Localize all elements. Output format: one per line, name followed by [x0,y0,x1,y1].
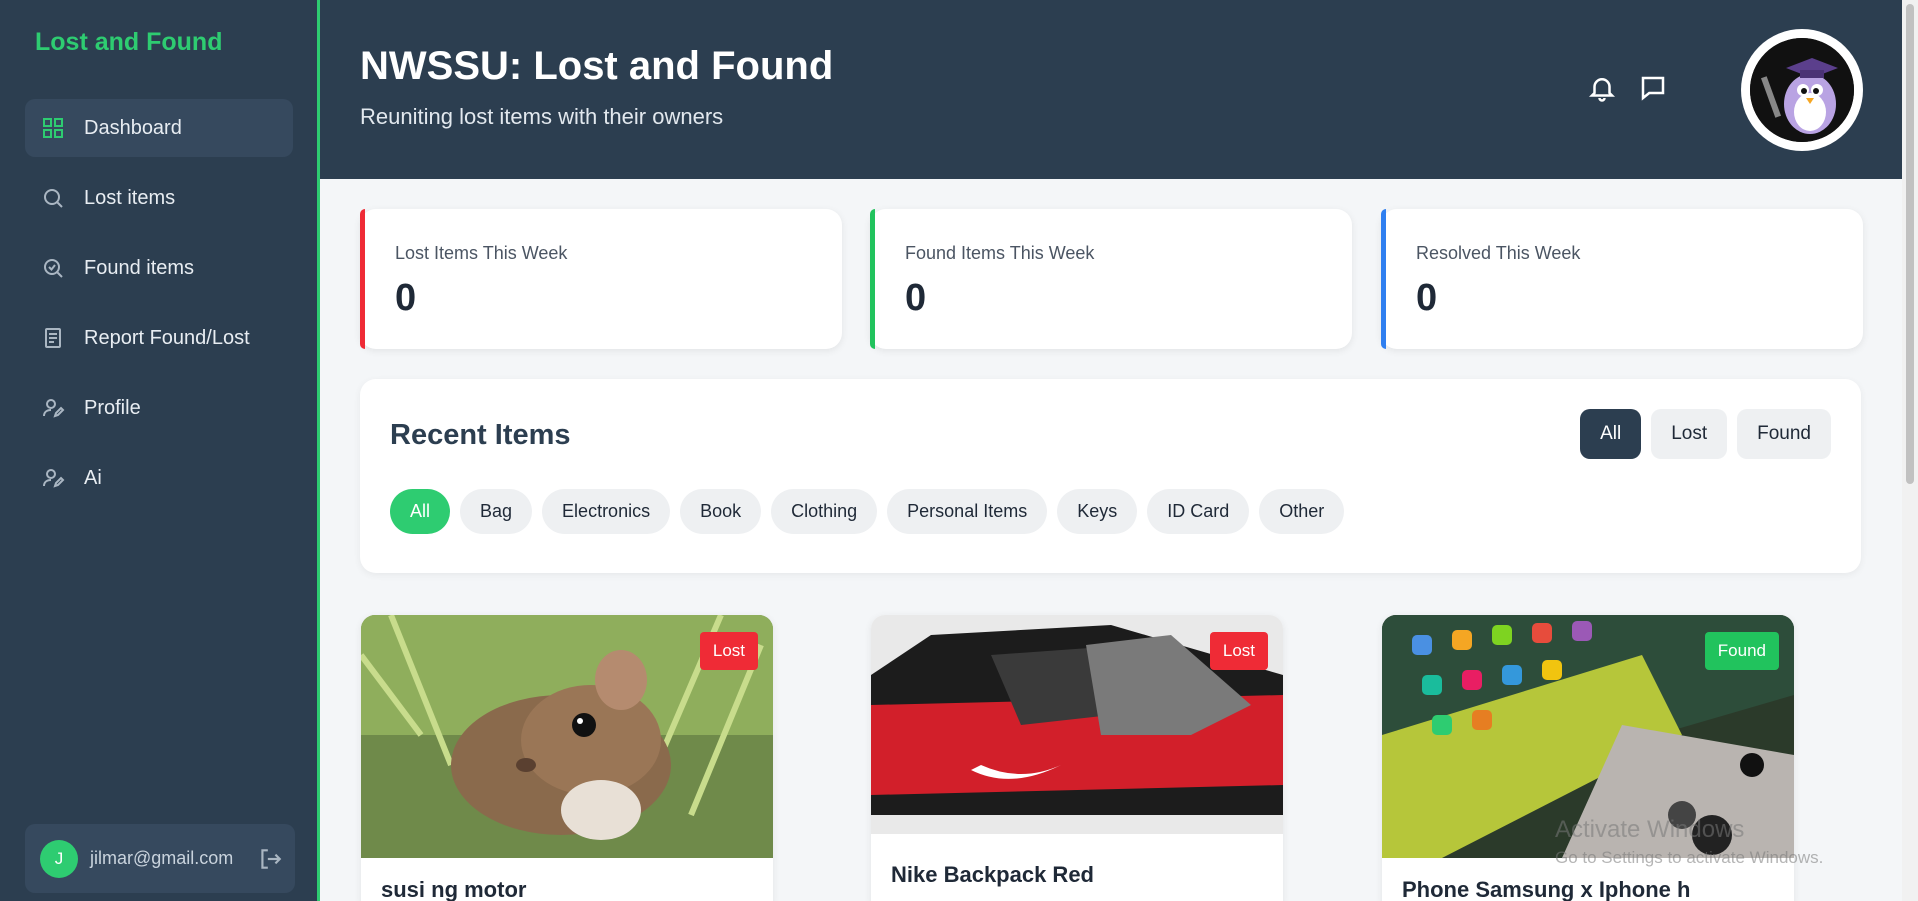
user-edit-icon [41,396,65,420]
tab-lost[interactable]: Lost [1651,409,1728,459]
tab-found[interactable]: Found [1737,409,1831,459]
sidebar: Lost and Found Dashboard Lost items Foun… [0,0,320,901]
category-personal-items[interactable]: Personal Items [887,489,1048,534]
sidebar-item-label: Found items [84,256,195,279]
status-badge: Found [1704,632,1779,670]
scrollbar-thumb[interactable] [1906,4,1914,484]
sidebar-item-ai[interactable]: Ai [25,449,293,507]
stat-value: 0 [905,277,927,319]
recent-items-panel: Recent Items All Lost Found All Bag Elec… [360,379,1861,573]
tab-all[interactable]: All [1580,409,1642,459]
item-name: Nike Backpack Red [891,862,1094,887]
status-badge: Lost [1209,632,1268,670]
penguin-avatar-image [1750,38,1854,142]
stat-card-resolved: Resolved This Week 0 [1381,209,1863,349]
sidebar-item-label: Report Found/Lost [84,326,250,349]
page-header: NWSSU: Lost and Found Reuniting lost ite… [320,0,1902,179]
category-all[interactable]: All [390,489,451,534]
sidebar-item-label: Dashboard [84,116,182,139]
user-panel: J jilmar@gmail.com [25,824,295,893]
sidebar-item-lost-items[interactable]: Lost items [25,169,293,227]
windows-activation-watermark: Activate Windows Go to Settings to activ… [1555,816,1823,868]
stat-accent-bar [1381,209,1386,349]
item-name: susi ng motor [381,877,527,901]
grid-icon [41,116,65,140]
document-icon [41,326,65,350]
category-keys[interactable]: Keys [1057,489,1138,534]
brand-logo-text[interactable]: Lost and Found [35,28,222,57]
sidebar-item-label: Lost items [84,186,176,209]
category-clothing[interactable]: Clothing [771,489,878,534]
search-check-icon [41,256,65,280]
category-id-card[interactable]: ID Card [1147,489,1250,534]
stat-card-found: Found Items This Week 0 [870,209,1352,349]
category-bag[interactable]: Bag [460,489,533,534]
item-card[interactable]: Lost Nike Backpack Red [871,615,1283,901]
search-icon [41,186,65,210]
sidebar-item-report[interactable]: Report Found/Lost [25,309,293,367]
stat-accent-bar [360,209,365,349]
watermark-title: Activate Windows [1555,816,1745,843]
item-card[interactable]: Lost susi ng motor [361,615,773,901]
sidebar-nav: Dashboard Lost items Found items Report … [25,99,293,519]
section-title: Recent Items [390,419,571,451]
page-scrollbar[interactable] [1902,0,1918,901]
profile-avatar[interactable] [1741,29,1863,151]
category-other[interactable]: Other [1259,489,1345,534]
user-email: jilmar@gmail.com [90,848,234,868]
status-tabs: All Lost Found [1580,409,1831,459]
sidebar-item-profile[interactable]: Profile [25,379,293,437]
sidebar-item-dashboard[interactable]: Dashboard [25,99,293,157]
stat-card-lost: Lost Items This Week 0 [360,209,842,349]
category-book[interactable]: Book [680,489,762,534]
category-filters: All Bag Electronics Book Clothing Person… [390,489,1345,534]
stat-value: 0 [395,277,417,319]
page-title: NWSSU: Lost and Found [360,44,834,88]
sidebar-item-label: Ai [84,466,102,489]
category-electronics[interactable]: Electronics [542,489,671,534]
stat-label: Resolved This Week [1416,243,1581,263]
stat-value: 0 [1416,277,1438,319]
sidebar-item-label: Profile [84,396,141,419]
logout-icon[interactable] [257,846,283,872]
avatar[interactable]: J [40,839,78,878]
chat-icon[interactable] [1638,73,1668,103]
stat-accent-bar [870,209,875,349]
status-badge: Lost [699,632,758,670]
stat-label: Lost Items This Week [395,243,568,263]
sidebar-item-found-items[interactable]: Found items [25,239,293,297]
item-name: Phone Samsung x Iphone h [1402,877,1691,901]
watermark-subtitle: Go to Settings to activate Windows. [1555,848,1824,867]
page-subtitle: Reuniting lost items with their owners [360,104,724,129]
bell-icon[interactable] [1587,73,1617,103]
stat-label: Found Items This Week [905,243,1095,263]
user-edit-icon [41,466,65,490]
